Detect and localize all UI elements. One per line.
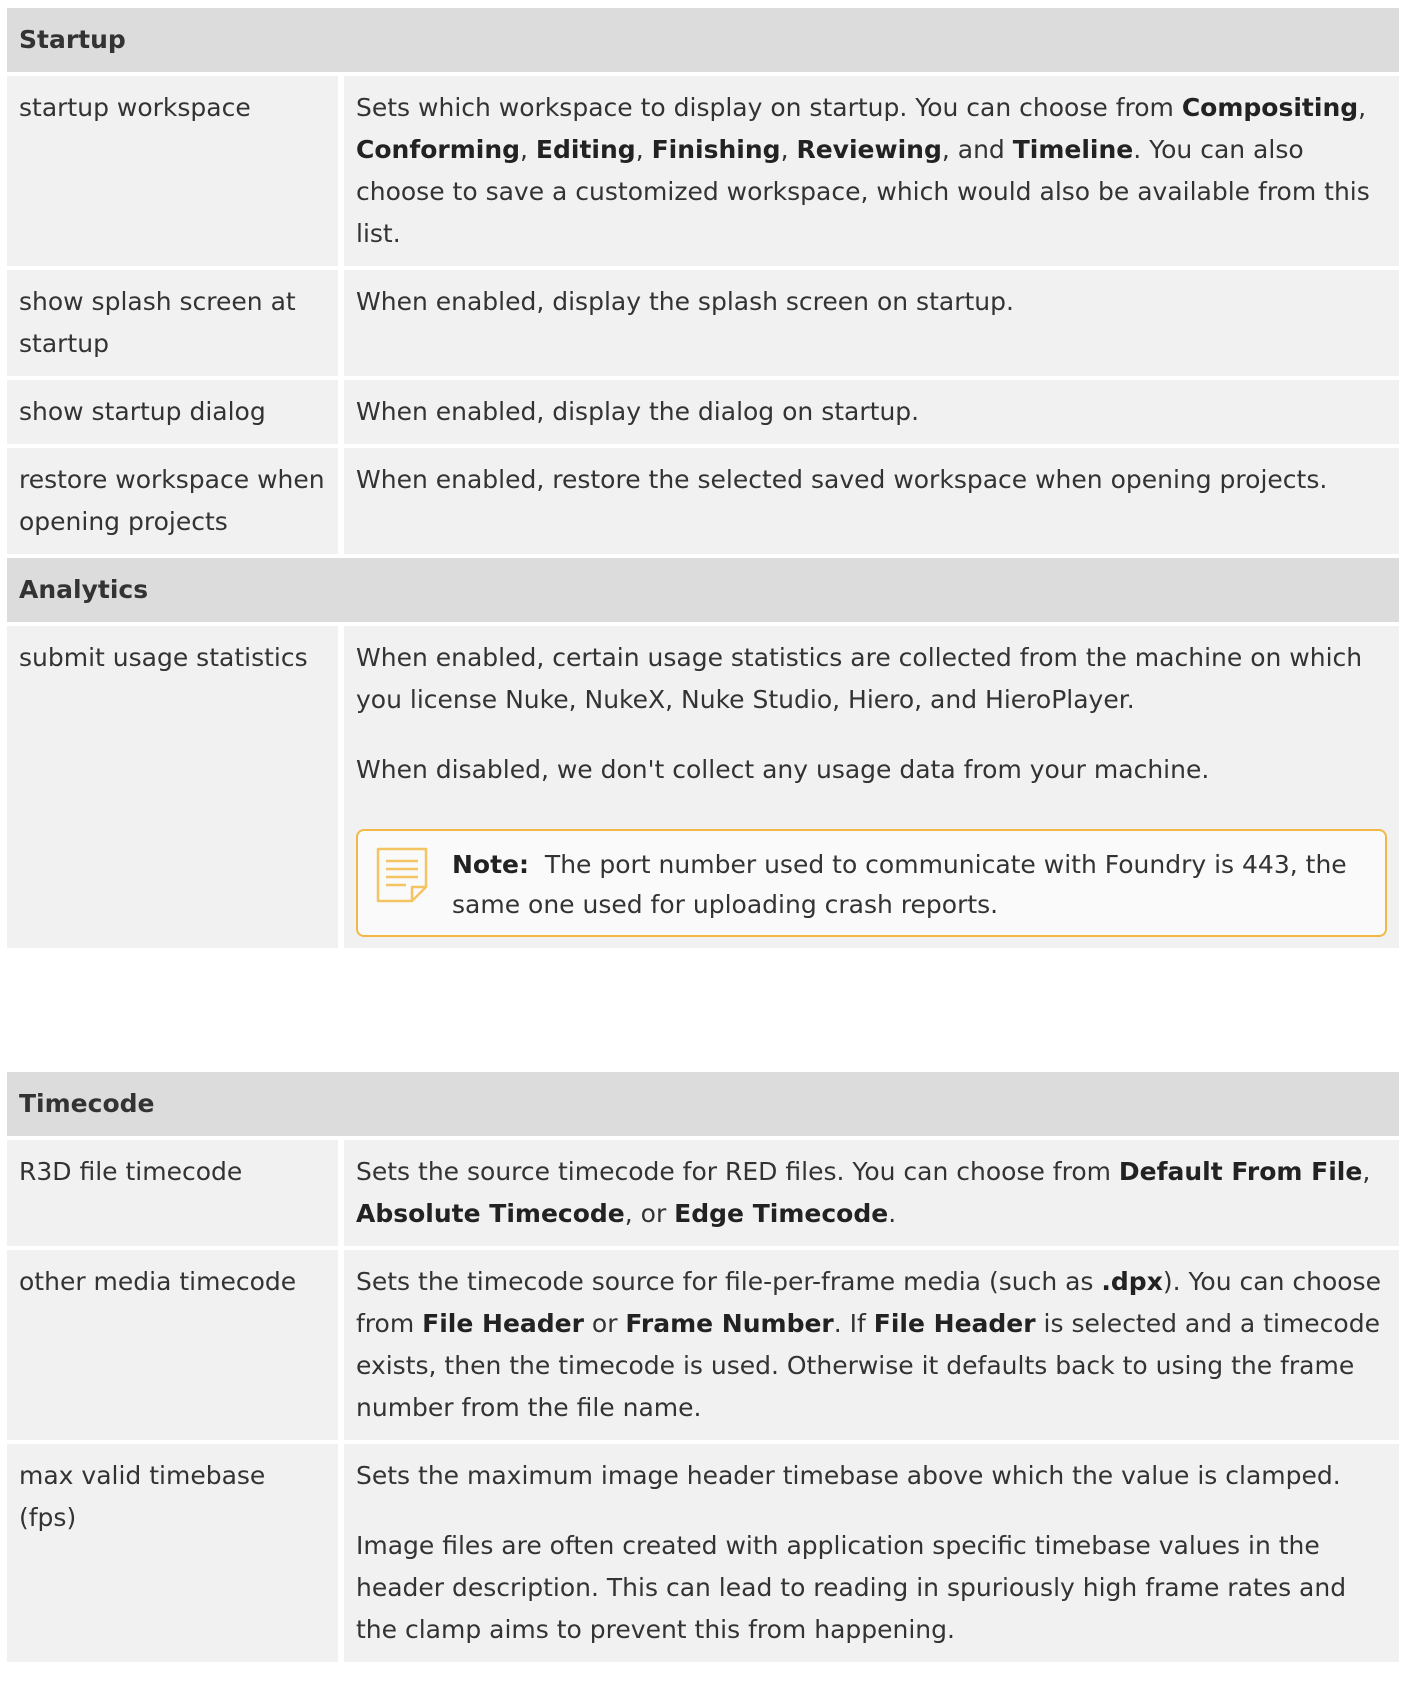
setting-description: Sets the source timecode for RED files. … (344, 1140, 1400, 1250)
note-icon (376, 847, 428, 903)
bold-term: File Header (873, 1309, 1036, 1338)
description-paragraph: Sets the source timecode for RED files. … (356, 1151, 1387, 1235)
description-paragraph: Sets the maximum image header timebase a… (356, 1461, 1341, 1490)
bold-term: Edge Timecode (674, 1199, 889, 1228)
text-run: Sets which workspace to display on start… (356, 93, 1182, 122)
bold-term: Timeline (1012, 135, 1134, 164)
text-run: Sets the source timecode for RED files. … (356, 1157, 1119, 1186)
bold-term: Finishing (651, 135, 781, 164)
bold-term: File Header (422, 1309, 584, 1338)
preferences-table-timecode: Timecode R3D file timecode Sets the sour… (7, 1072, 1400, 1662)
bold-term: Default From File (1118, 1157, 1363, 1186)
setting-label: show splash screen at startup (7, 270, 344, 380)
text-run: or (583, 1309, 626, 1338)
section-title: Startup (7, 8, 1399, 76)
bold-term: .dpx (1101, 1267, 1163, 1296)
section-header-startup: Startup (7, 8, 1399, 76)
text-run: , (635, 135, 652, 164)
note-label: Note: (452, 850, 530, 879)
description-paragraph: When disabled, we don't collect any usag… (356, 755, 1210, 784)
setting-label: max valid timebase (fps) (7, 1444, 344, 1662)
bold-term: Compositing (1181, 93, 1359, 122)
setting-label: R3D file timecode (7, 1140, 344, 1250)
description-paragraph: Sets the timecode source for file-per-fr… (356, 1261, 1387, 1429)
setting-label: restore workspace when opening projects (7, 448, 344, 558)
table-row: max valid timebase (fps) Sets the maximu… (7, 1444, 1400, 1662)
bold-term: Frame Number (625, 1309, 834, 1338)
section-title: Timecode (7, 1072, 1400, 1140)
setting-description: When enabled, restore the selected saved… (344, 448, 1399, 558)
setting-description: Sets which workspace to display on start… (344, 76, 1399, 270)
note-body: The port number used to communicate with… (452, 850, 1347, 919)
description-paragraph: Image files are often created with appli… (356, 1531, 1347, 1644)
text-run: , and (941, 135, 1013, 164)
table-row: other media timecode Sets the timecode s… (7, 1250, 1400, 1444)
text-run: , (520, 135, 536, 164)
text-run: , (780, 135, 797, 164)
setting-description: When enabled, display the dialog on star… (344, 380, 1399, 448)
setting-label: show startup dialog (7, 380, 344, 448)
bold-term: Reviewing (796, 135, 942, 164)
setting-label: other media timecode (7, 1250, 344, 1444)
text-run: Sets the timecode source for file-per-fr… (356, 1267, 1102, 1296)
setting-description: Sets the timecode source for file-per-fr… (344, 1250, 1400, 1444)
section-header-timecode: Timecode (7, 1072, 1400, 1140)
table-row: restore workspace when opening projects … (7, 448, 1399, 558)
description-paragraph: Sets which workspace to display on start… (356, 87, 1387, 255)
section-header-analytics: Analytics (7, 558, 1399, 626)
setting-description: Sets the maximum image header timebase a… (344, 1444, 1400, 1662)
text-run: . If (833, 1309, 874, 1338)
note-text: Note: The port number used to communicat… (452, 845, 1365, 925)
section-title: Analytics (7, 558, 1399, 626)
table-row: R3D file timecode Sets the source timeco… (7, 1140, 1400, 1250)
table-row: show startup dialog When enabled, displa… (7, 380, 1399, 448)
note-box: Note: The port number used to communicat… (356, 829, 1387, 937)
table-row: show splash screen at startup When enabl… (7, 270, 1399, 380)
bold-term: Editing (535, 135, 636, 164)
setting-label: submit usage statistics (7, 626, 344, 948)
setting-description: When enabled, display the splash screen … (344, 270, 1399, 380)
preferences-table-startup-analytics: Startup startup workspace Sets which wor… (7, 8, 1399, 948)
bold-term: Conforming (356, 135, 521, 164)
setting-description: When enabled, certain usage statistics a… (344, 626, 1399, 948)
description-paragraph: When enabled, certain usage statistics a… (356, 643, 1363, 714)
table-row: startup workspace Sets which workspace t… (7, 76, 1399, 270)
text-run: , or (624, 1199, 675, 1228)
setting-label: startup workspace (7, 76, 344, 270)
table-row: submit usage statistics When enabled, ce… (7, 626, 1399, 948)
text-run: , (1358, 93, 1367, 122)
text-run: . (888, 1199, 897, 1228)
bold-term: Absolute Timecode (356, 1199, 625, 1228)
text-run: , (1362, 1157, 1371, 1186)
